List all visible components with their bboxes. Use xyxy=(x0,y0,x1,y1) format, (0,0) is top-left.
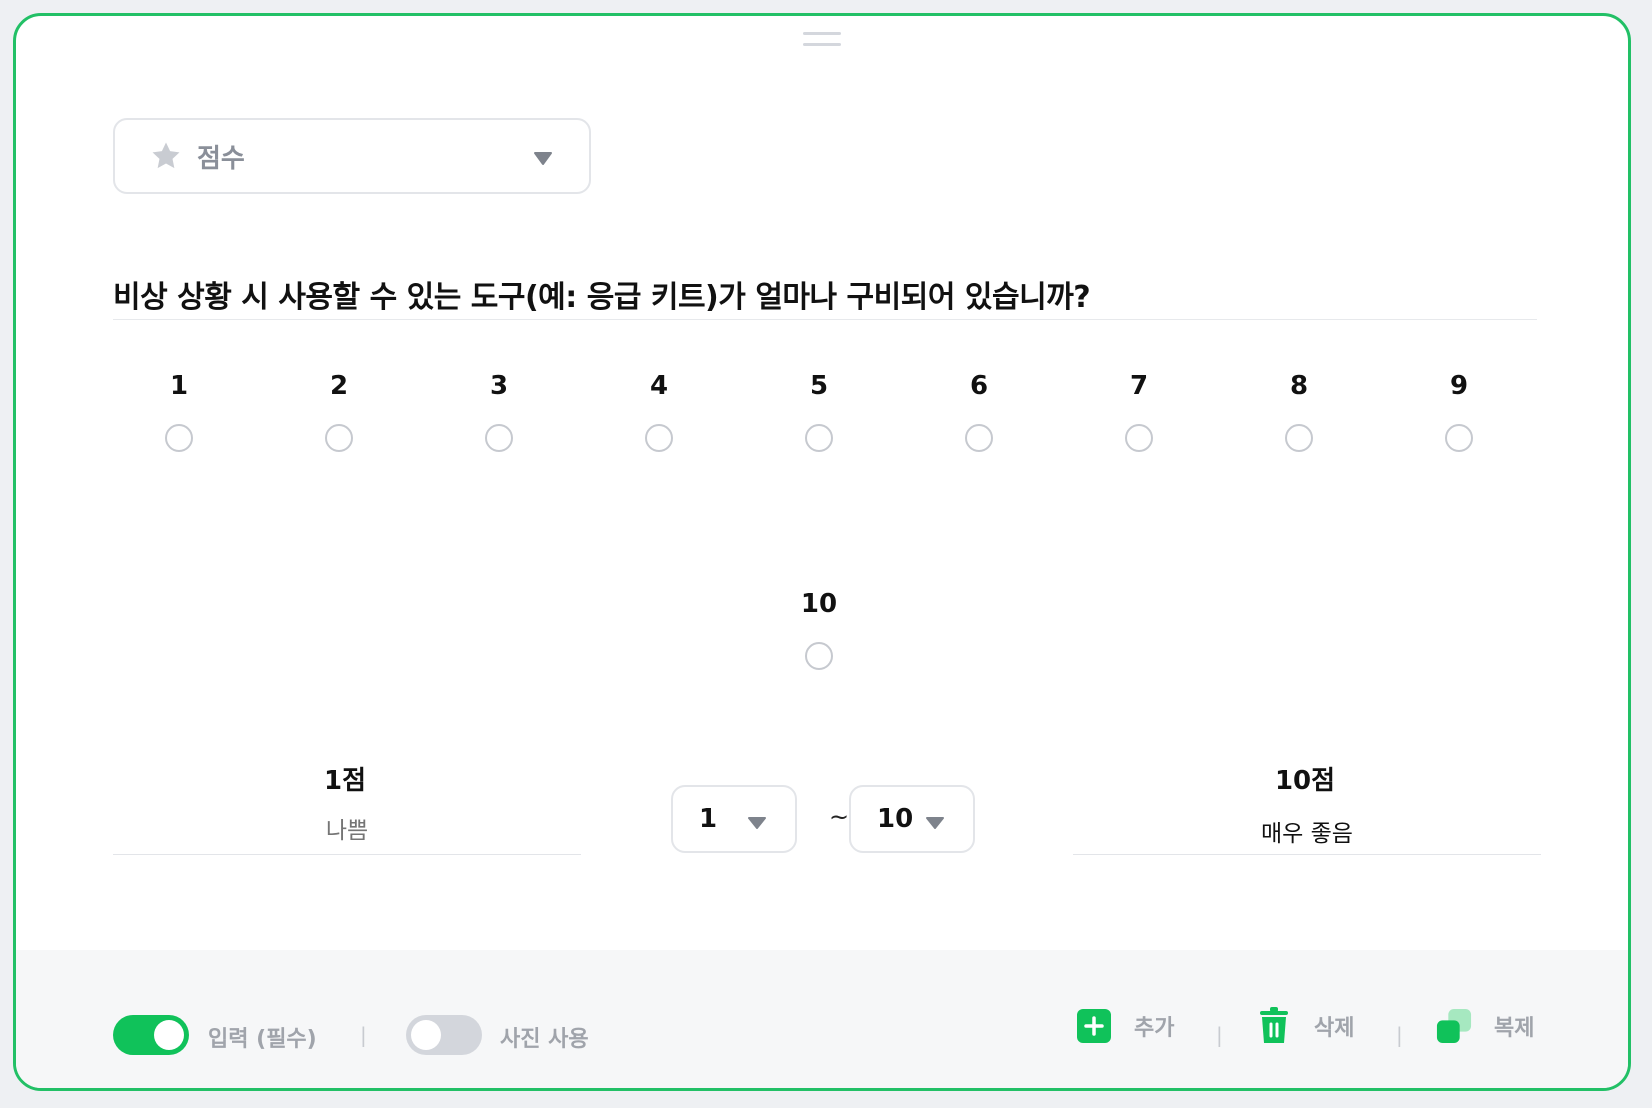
max-label-block: 10점 xyxy=(1073,760,1541,855)
max-score-label: 10점 xyxy=(1274,766,1336,796)
range-min-select[interactable]: 1 xyxy=(671,785,797,853)
scale-option-6: 6 xyxy=(929,370,1029,452)
delete-button[interactable]: 삭제 xyxy=(1256,1007,1355,1044)
scale-radio[interactable] xyxy=(485,424,513,452)
scale-number: 2 xyxy=(329,371,349,401)
plus-icon xyxy=(1076,1008,1112,1044)
range-min-value: 1 xyxy=(699,804,718,834)
card-footer: 입력 (필수) | 사진 사용 추가 | 삭제 | 복제 xyxy=(16,950,1628,1088)
trash-icon xyxy=(1256,1007,1292,1044)
required-toggle-label: 입력 (필수) xyxy=(208,1027,317,1052)
scale-radio[interactable] xyxy=(1445,424,1473,452)
scale-option-2: 2 xyxy=(289,370,389,452)
scale-radio[interactable] xyxy=(805,424,833,452)
scale-radio[interactable] xyxy=(645,424,673,452)
divider xyxy=(113,319,1537,320)
chevron-down-icon xyxy=(747,815,767,830)
question-title[interactable]: 비상 상황 시 사용할 수 있는 도구(예: 응급 키트)가 얼마나 구비되어 … xyxy=(113,272,1537,316)
min-description-input[interactable] xyxy=(113,815,581,855)
copy-icon xyxy=(1436,1008,1472,1044)
scale-number: 6 xyxy=(969,371,989,401)
min-label-block: 1점 xyxy=(113,760,581,855)
separator: | xyxy=(1396,1023,1403,1047)
scale-option-9: 9 xyxy=(1409,370,1509,452)
range-max-value: 10 xyxy=(877,804,914,834)
delete-button-label: 삭제 xyxy=(1314,1016,1355,1041)
separator: | xyxy=(360,1023,367,1047)
star-icon xyxy=(149,139,183,173)
add-button[interactable]: 추가 xyxy=(1076,1008,1174,1044)
scale-option-4: 4 xyxy=(609,370,709,452)
photo-toggle-label: 사진 사용 xyxy=(500,1027,589,1052)
photo-toggle[interactable] xyxy=(406,1015,482,1055)
scale-option-3: 3 xyxy=(449,370,549,452)
scale-option-7: 7 xyxy=(1089,370,1189,452)
scale-radio[interactable] xyxy=(1125,424,1153,452)
chevron-down-icon xyxy=(925,815,945,830)
scale-option-5: 5 xyxy=(769,370,869,452)
scale-number: 5 xyxy=(809,371,829,401)
scale-option-10: 10 xyxy=(769,588,869,670)
scale-radio[interactable] xyxy=(805,642,833,670)
duplicate-button-label: 복제 xyxy=(1494,1016,1535,1041)
drag-handle[interactable] xyxy=(803,32,841,50)
scale-number: 1 xyxy=(169,371,189,401)
scale-number: 8 xyxy=(1289,371,1309,401)
duplicate-button[interactable]: 복제 xyxy=(1436,1008,1534,1044)
separator: | xyxy=(1216,1023,1223,1047)
scale-radio[interactable] xyxy=(1285,424,1313,452)
question-type-label: 점수 xyxy=(197,143,245,174)
max-description-input[interactable] xyxy=(1073,815,1541,855)
scale-option-8: 8 xyxy=(1249,370,1349,452)
range-max-select[interactable]: 10 xyxy=(849,785,975,853)
scale-number: 7 xyxy=(1129,371,1149,401)
question-type-select[interactable]: 점수 xyxy=(113,118,591,194)
scale-number: 3 xyxy=(489,371,509,401)
add-button-label: 추가 xyxy=(1134,1016,1175,1041)
scale-radio[interactable] xyxy=(325,424,353,452)
min-score-label: 1점 xyxy=(323,766,366,796)
question-card: 점수 비상 상황 시 사용할 수 있는 도구(예: 응급 키트)가 얼마나 구비… xyxy=(13,13,1631,1091)
range-separator: ~ xyxy=(829,803,850,831)
scale-number: 9 xyxy=(1449,371,1469,401)
scale-number: 10 xyxy=(800,589,838,619)
scale-option-1: 1 xyxy=(129,370,229,452)
scale-radio[interactable] xyxy=(165,424,193,452)
scale-radio[interactable] xyxy=(965,424,993,452)
required-toggle[interactable] xyxy=(113,1015,189,1055)
chevron-down-icon xyxy=(533,150,553,166)
scale-number: 4 xyxy=(649,371,669,401)
